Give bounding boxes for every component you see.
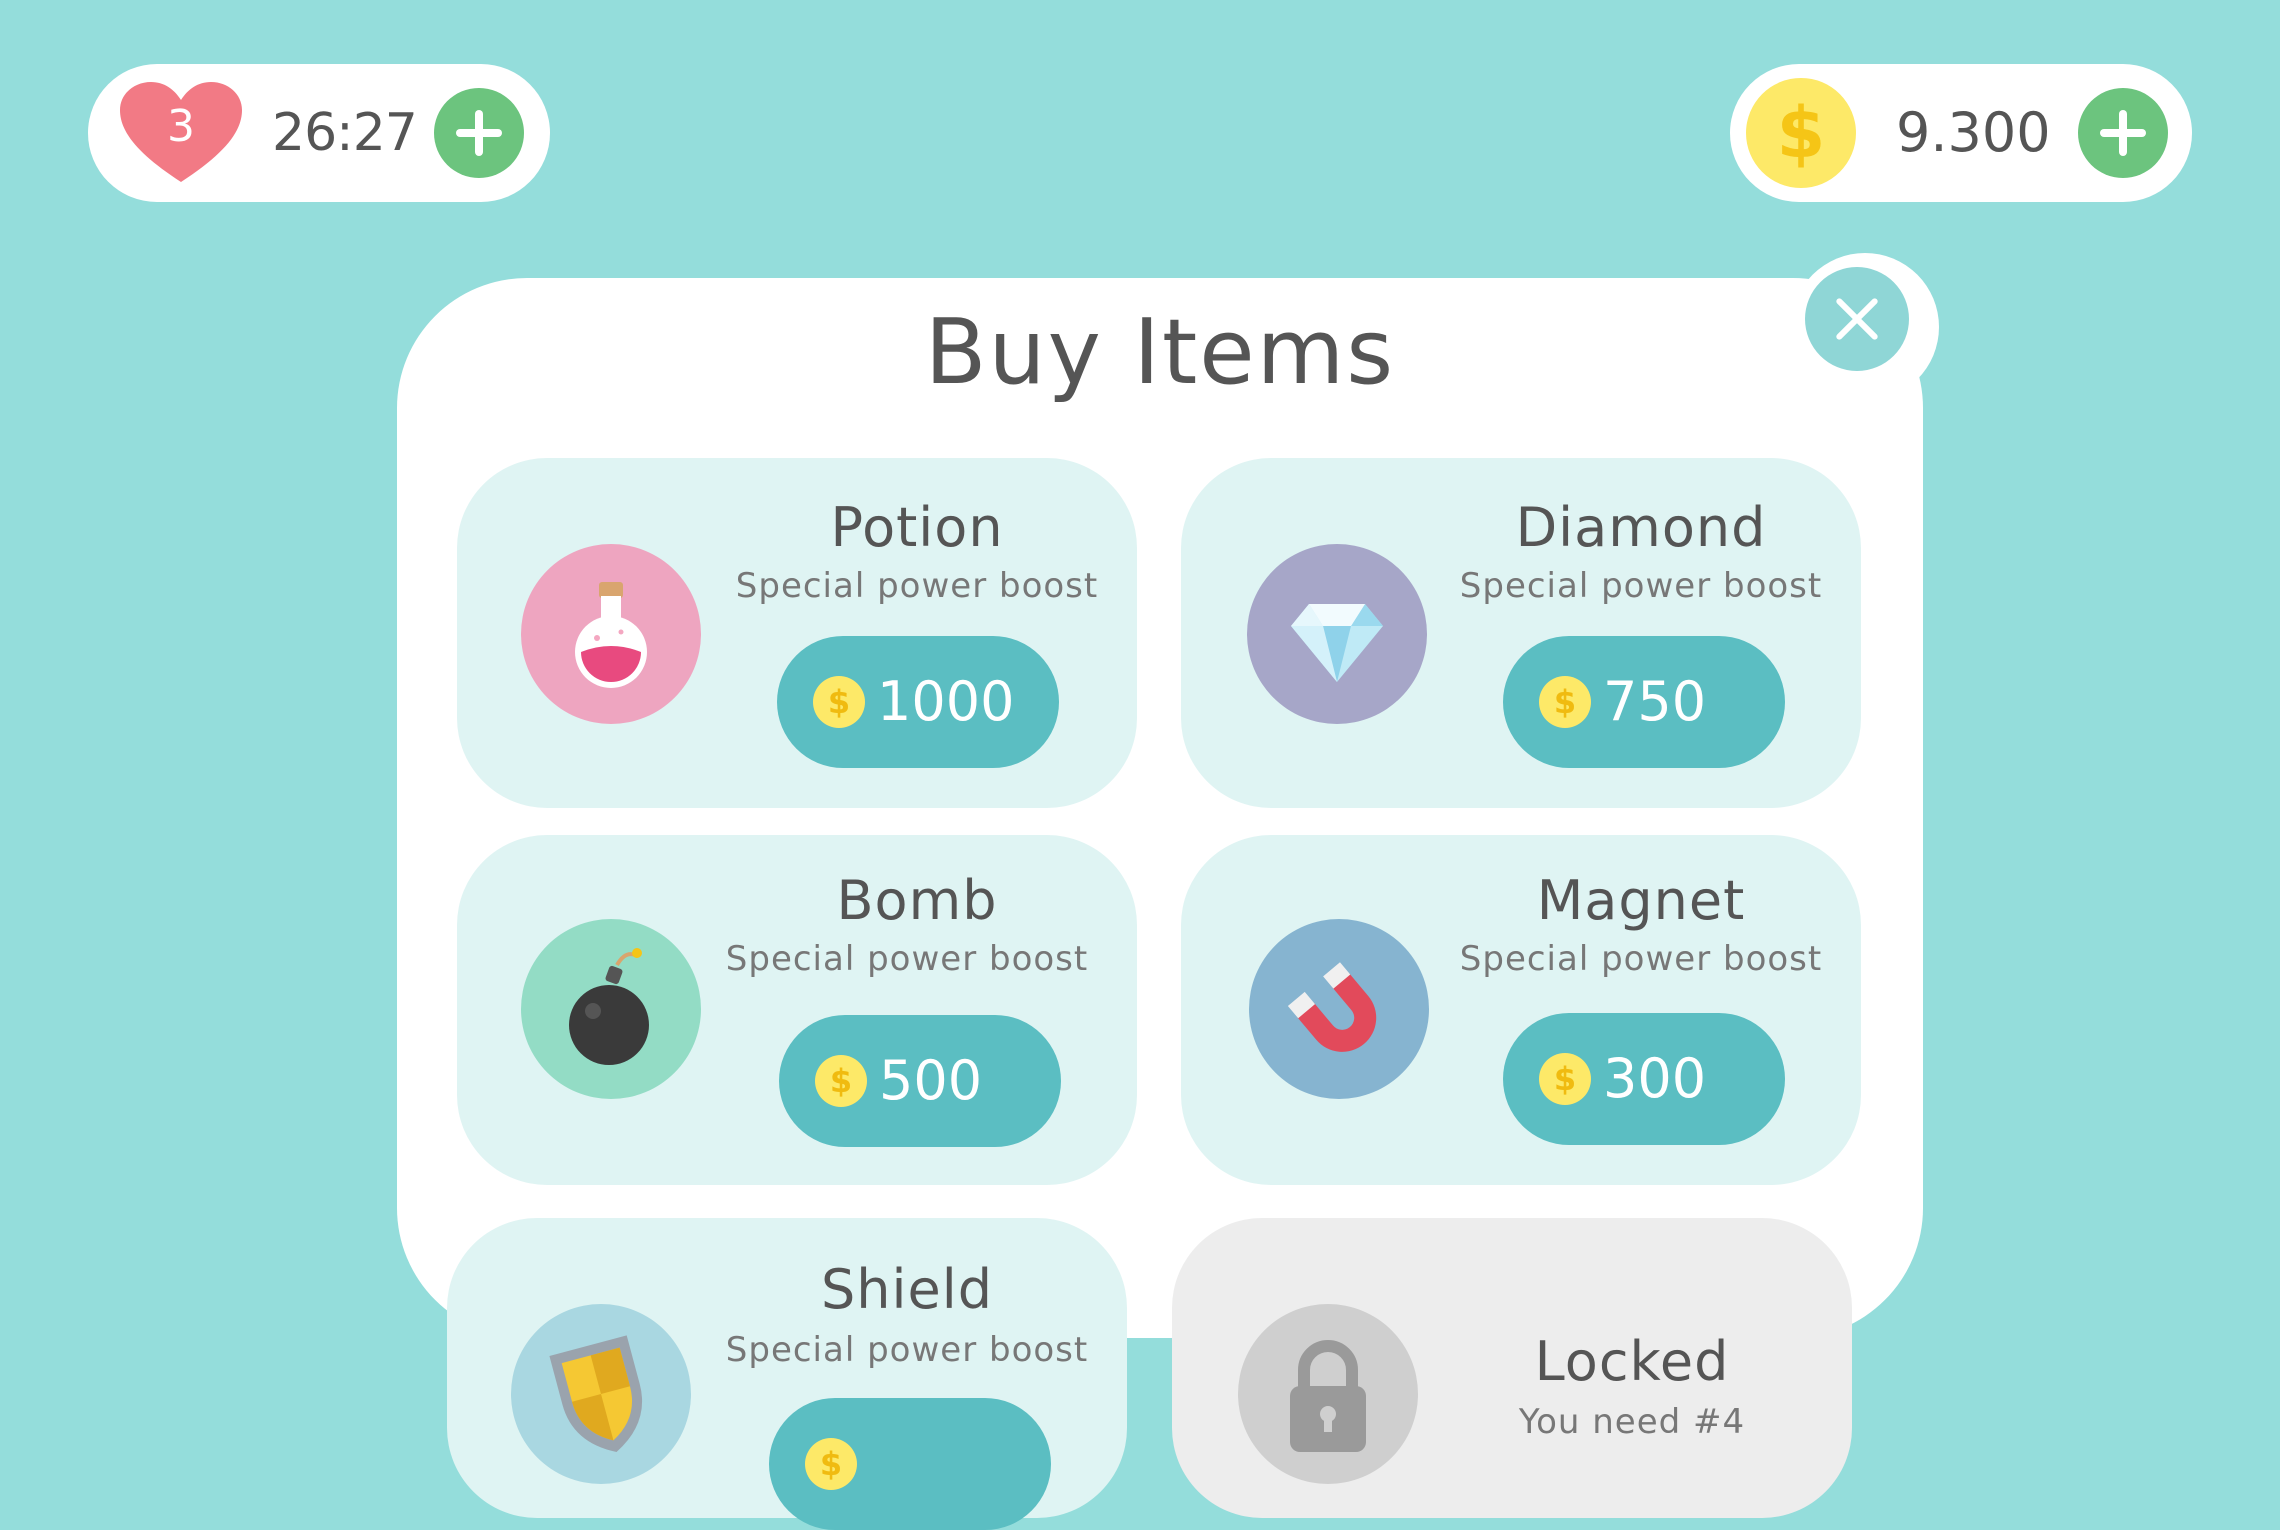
item-name: Magnet: [1536, 869, 1746, 932]
shop-item-potion: Potion Special power boost $ 1000: [457, 458, 1137, 808]
shop-item-bomb: Bomb Special power boost $ 500: [457, 835, 1137, 1185]
item-description: You need #4: [1518, 1402, 1746, 1442]
lives-timer: 26:27: [272, 103, 418, 163]
item-price: 300: [1603, 1047, 1707, 1110]
item-price: 1000: [877, 670, 1015, 733]
buy-button-bomb[interactable]: $ 500: [779, 1015, 1061, 1147]
item-description: Special power boost: [1459, 566, 1823, 606]
item-price: 500: [879, 1049, 983, 1112]
magnet-icon: [1249, 919, 1429, 1099]
panel-title: Buy Items: [924, 300, 1396, 405]
buy-button-shield[interactable]: $: [769, 1398, 1051, 1530]
coin-icon: $: [1746, 78, 1856, 188]
lock-icon: [1238, 1304, 1418, 1484]
item-description: Special power boost: [735, 566, 1099, 606]
item-description: Special power boost: [725, 939, 1089, 979]
buy-button-potion[interactable]: $ 1000: [777, 636, 1059, 768]
item-name: Diamond: [1515, 496, 1767, 559]
item-name: Potion: [830, 496, 1004, 559]
item-name: Locked: [1534, 1330, 1730, 1393]
coin-icon: $: [813, 676, 865, 728]
coin-icon: $: [805, 1438, 857, 1490]
buy-button-diamond[interactable]: $ 750: [1503, 636, 1785, 768]
coin-icon: $: [1539, 1053, 1591, 1105]
item-name: Shield: [820, 1258, 993, 1321]
potion-icon: [521, 544, 701, 724]
item-name: Bomb: [836, 869, 998, 932]
bomb-icon: [521, 919, 701, 1099]
lives-panel: 3 26:27: [88, 64, 550, 202]
coin-icon: $: [1539, 676, 1591, 728]
coin-icon: $: [815, 1055, 867, 1107]
coin-balance: 9.300: [1896, 101, 2051, 164]
shop-item-shield: Shield Special power boost $: [447, 1218, 1127, 1530]
shop-item-locked: Locked You need #4: [1172, 1218, 1852, 1518]
coins-panel: $ 9.300: [1730, 64, 2192, 202]
shop-item-diamond: Diamond Special power boost $ 750: [1181, 458, 1861, 808]
add-lives-button[interactable]: [434, 88, 524, 178]
add-coins-button[interactable]: [2078, 88, 2168, 178]
heart-icon: 3: [118, 82, 244, 186]
item-description: Special power boost: [725, 1330, 1089, 1370]
item-description: Special power boost: [1459, 939, 1823, 979]
buy-button-magnet[interactable]: $ 300: [1503, 1013, 1785, 1145]
shop-item-magnet: Magnet Special power boost $ 300: [1181, 835, 1861, 1185]
shield-icon: [511, 1304, 691, 1484]
lives-count: 3: [167, 101, 195, 152]
diamond-icon: [1247, 544, 1427, 724]
item-price: 750: [1603, 670, 1707, 733]
